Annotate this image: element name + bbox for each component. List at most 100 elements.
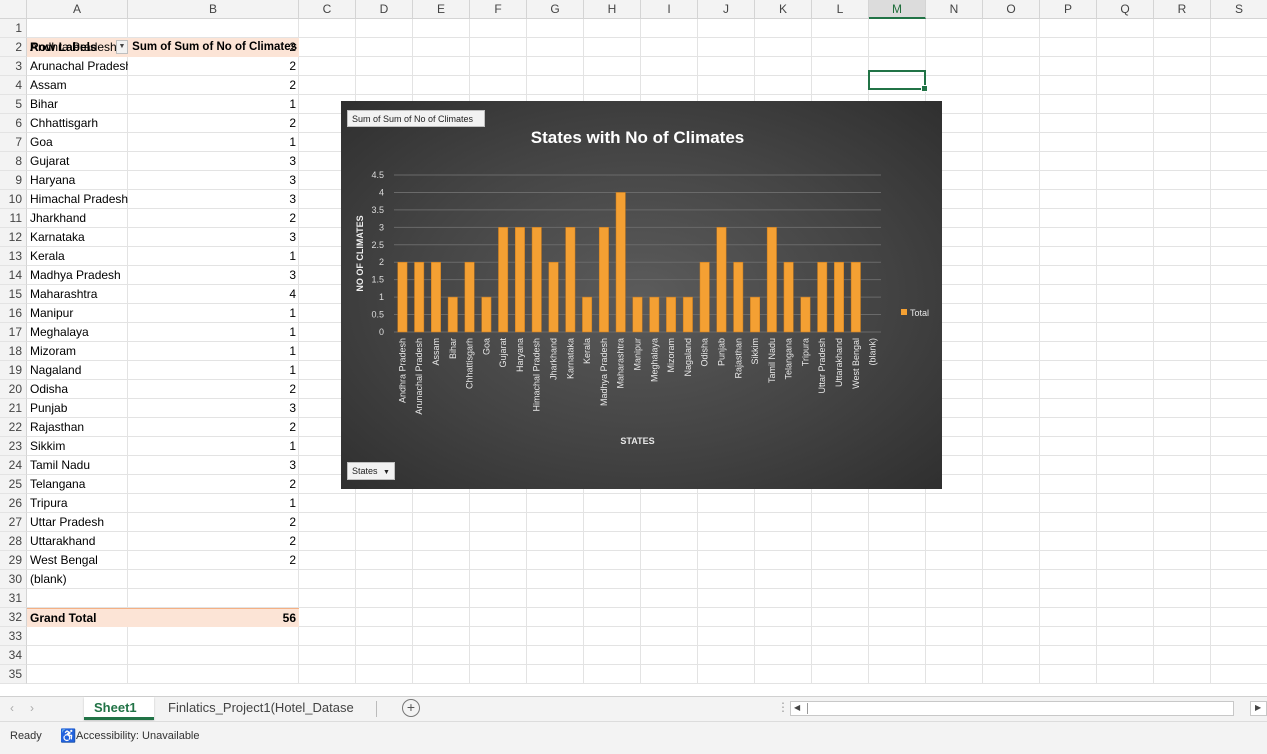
column-header-n[interactable]: N: [926, 0, 983, 19]
accessibility-icon[interactable]: ♿: [60, 728, 76, 744]
pivot-row-value[interactable]: 1: [128, 247, 299, 266]
pivot-row-value[interactable]: 1: [128, 133, 299, 152]
pivot-row-value[interactable]: 3: [128, 190, 299, 209]
pivot-row-value[interactable]: 1: [128, 323, 299, 342]
pivot-row-value[interactable]: 2: [128, 532, 299, 551]
row-header[interactable]: 25: [0, 475, 27, 494]
pivot-row-label[interactable]: Karnataka: [27, 228, 128, 247]
pivot-row-value[interactable]: 3: [128, 152, 299, 171]
row-header[interactable]: 1: [0, 19, 27, 38]
pivot-row-label[interactable]: Manipur: [27, 304, 128, 323]
pivot-row-label[interactable]: Haryana: [27, 171, 128, 190]
row-header[interactable]: 33: [0, 627, 27, 646]
column-header-q[interactable]: Q: [1097, 0, 1154, 19]
add-sheet-button[interactable]: +: [402, 699, 420, 717]
active-cell-selection[interactable]: [868, 70, 928, 92]
pivot-row-value[interactable]: 2: [128, 38, 299, 57]
pivot-row-label[interactable]: West Bengal: [27, 551, 128, 570]
pivot-row-label[interactable]: Maharashtra: [27, 285, 128, 304]
pivot-row-value[interactable]: 2: [128, 114, 299, 133]
row-header[interactable]: 9: [0, 171, 27, 190]
tab-hotel-dataset[interactable]: Finlatics_Project1(Hotel_Datase: [158, 697, 370, 720]
horizontal-scrollbar[interactable]: ◀: [790, 701, 1234, 716]
row-header[interactable]: 18: [0, 342, 27, 361]
pivot-grand-total-value[interactable]: 56: [128, 608, 299, 627]
row-header[interactable]: 19: [0, 361, 27, 380]
column-header-k[interactable]: K: [755, 0, 812, 19]
pivot-grand-total-label[interactable]: Grand Total: [27, 608, 128, 627]
row-header[interactable]: 11: [0, 209, 27, 228]
pivot-row-label[interactable]: Madhya Pradesh: [27, 266, 128, 285]
row-header[interactable]: 12: [0, 228, 27, 247]
column-header-h[interactable]: H: [584, 0, 641, 19]
pivot-row-value[interactable]: 1: [128, 342, 299, 361]
row-header[interactable]: 22: [0, 418, 27, 437]
pivot-row-label[interactable]: Punjab: [27, 399, 128, 418]
row-header[interactable]: 5: [0, 95, 27, 114]
row-header[interactable]: 34: [0, 646, 27, 665]
column-header-p[interactable]: P: [1040, 0, 1097, 19]
pivot-row-label[interactable]: Sikkim: [27, 437, 128, 456]
tab-scroll-left-icon[interactable]: ‹: [10, 701, 14, 715]
row-header[interactable]: 29: [0, 551, 27, 570]
row-header[interactable]: 13: [0, 247, 27, 266]
row-header[interactable]: 26: [0, 494, 27, 513]
row-header[interactable]: 10: [0, 190, 27, 209]
tab-sheet1[interactable]: Sheet1: [84, 697, 154, 720]
pivot-row-value[interactable]: 1: [128, 494, 299, 513]
row-header[interactable]: 27: [0, 513, 27, 532]
pivot-row-value[interactable]: 3: [128, 228, 299, 247]
pivot-row-label[interactable]: Tripura: [27, 494, 128, 513]
pivot-row-value[interactable]: 1: [128, 361, 299, 380]
column-header-f[interactable]: F: [470, 0, 527, 19]
column-header-g[interactable]: G: [527, 0, 584, 19]
scroll-right-button[interactable]: ▶: [1250, 701, 1267, 716]
pivot-row-label[interactable]: Bihar: [27, 95, 128, 114]
pivot-row-value[interactable]: 3: [128, 171, 299, 190]
row-header[interactable]: 21: [0, 399, 27, 418]
row-header[interactable]: 32: [0, 608, 27, 627]
pivot-row-value[interactable]: 1: [128, 437, 299, 456]
pivot-row-label[interactable]: Assam: [27, 76, 128, 95]
column-header-b[interactable]: B: [128, 0, 299, 19]
pivot-row-label[interactable]: Uttar Pradesh: [27, 513, 128, 532]
row-header[interactable]: 2: [0, 38, 27, 57]
column-header-a[interactable]: A: [27, 0, 128, 19]
pivot-row-label[interactable]: Nagaland: [27, 361, 128, 380]
pivot-row-label[interactable]: Meghalaya: [27, 323, 128, 342]
axis-field-button[interactable]: States ▼: [347, 462, 395, 480]
row-header[interactable]: 24: [0, 456, 27, 475]
worksheet-grid[interactable]: ABCDEFGHIJKLMNOPQRS 1 2 3 4 5 6 7 8 9 10 11 12 13 14 1…: [0, 0, 1267, 696]
tab-scroll-right-icon[interactable]: ›: [30, 701, 34, 715]
pivot-row-label[interactable]: Jharkhand: [27, 209, 128, 228]
pivot-row-value[interactable]: 2: [128, 380, 299, 399]
row-header[interactable]: 15: [0, 285, 27, 304]
row-header[interactable]: 31: [0, 589, 27, 608]
pivot-row-label[interactable]: Arunachal Pradesh: [27, 57, 128, 76]
pivot-row-value[interactable]: 2: [128, 57, 299, 76]
pivot-row-label[interactable]: Andhra Pradesh: [27, 38, 128, 57]
column-header-r[interactable]: R: [1154, 0, 1211, 19]
pivot-row-label[interactable]: Goa: [27, 133, 128, 152]
column-header-j[interactable]: J: [698, 0, 755, 19]
scrollbar-thumb[interactable]: [807, 703, 808, 714]
row-header[interactable]: 8: [0, 152, 27, 171]
row-header[interactable]: 4: [0, 76, 27, 95]
pivot-row-label[interactable]: Himachal Pradesh: [27, 190, 128, 209]
pivot-row-value[interactable]: 2: [128, 551, 299, 570]
pivot-row-label[interactable]: Chhattisgarh: [27, 114, 128, 133]
pivot-row-value[interactable]: 3: [128, 399, 299, 418]
column-header-o[interactable]: O: [983, 0, 1040, 19]
pivot-row-label[interactable]: Telangana: [27, 475, 128, 494]
row-header[interactable]: 7: [0, 133, 27, 152]
pivot-row-label[interactable]: Kerala: [27, 247, 128, 266]
column-header-d[interactable]: D: [356, 0, 413, 19]
row-header[interactable]: 6: [0, 114, 27, 133]
column-header-c[interactable]: C: [299, 0, 356, 19]
row-header[interactable]: 35: [0, 665, 27, 684]
column-header-s[interactable]: S: [1211, 0, 1267, 19]
pivot-row-label[interactable]: Uttarakhand: [27, 532, 128, 551]
row-header[interactable]: 16: [0, 304, 27, 323]
row-header[interactable]: 14: [0, 266, 27, 285]
select-all-corner[interactable]: [0, 0, 27, 19]
